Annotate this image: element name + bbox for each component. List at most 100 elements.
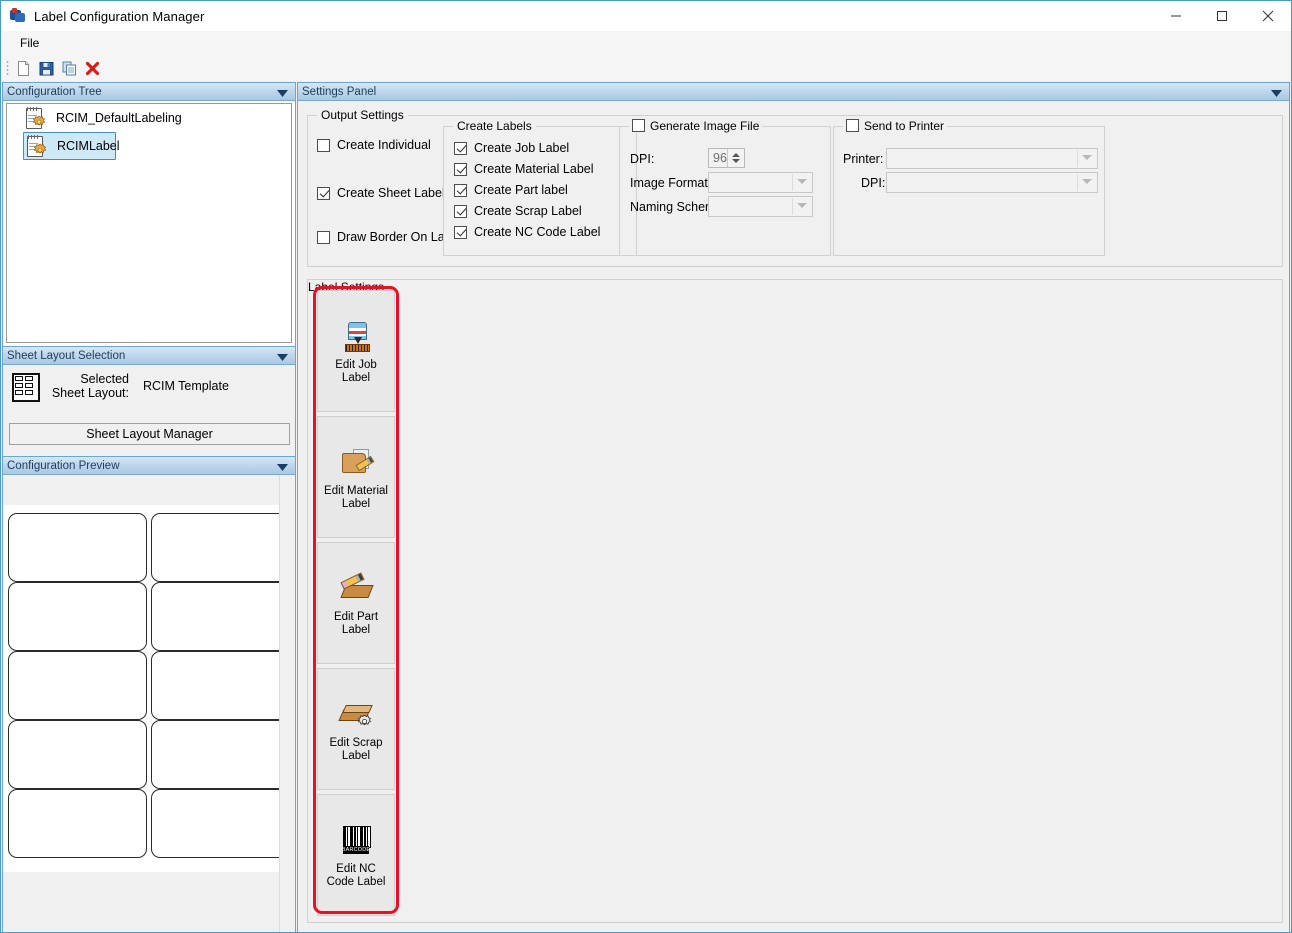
settings-panel-header[interactable]: Settings Panel (298, 83, 1289, 101)
dpi-stepper-buttons[interactable] (727, 149, 744, 167)
button-caption: Edit Part Label (334, 611, 378, 637)
preview-label-cell[interactable] (151, 582, 290, 651)
button-caption: Edit NC Code Label (327, 863, 386, 889)
tree-item-rcim-default-labeling[interactable]: RCIM_DefaultLabeling (7, 104, 291, 132)
printer-label: Printer: (843, 152, 883, 166)
selected-sheet-layout-label: Selected Sheet Layout: (47, 372, 129, 400)
checkbox-label: Create Job Label (474, 141, 569, 155)
new-icon[interactable] (12, 57, 34, 79)
dpi-stepper[interactable]: 96 (708, 148, 745, 168)
tree-item-label: RCIMLabel (57, 139, 120, 153)
printer-select[interactable] (886, 148, 1098, 169)
chevron-down-icon[interactable] (1271, 88, 1282, 100)
sheet-layout-icon (11, 372, 39, 400)
button-caption: Edit Job Label (335, 359, 377, 385)
chevron-down-icon[interactable] (277, 352, 288, 364)
copy-icon[interactable] (58, 57, 80, 79)
checkbox-box[interactable] (317, 139, 330, 152)
preview-label-cell[interactable] (8, 651, 147, 720)
settings-panel-body: Output Settings Create Individual Create… (298, 101, 1289, 932)
chevron-down-icon (797, 179, 807, 184)
save-icon[interactable] (35, 57, 57, 79)
config-note-icon (24, 106, 48, 130)
chevron-down-icon[interactable] (277, 462, 288, 474)
sheet-layout-manager-button[interactable]: Sheet Layout Manager (9, 423, 290, 445)
send-to-printer-title-wrap: Send to Printer (843, 119, 947, 133)
checkbox-label: Create Scrap Label (474, 204, 582, 218)
preview-label-cell[interactable] (151, 789, 290, 858)
preview-scrollbar[interactable] (279, 475, 295, 932)
menu-item-file[interactable]: File (11, 33, 48, 53)
edit-scrap-label-button[interactable]: Edit Scrap Label (317, 668, 395, 790)
configuration-tree-panel: Configuration Tree RCIM_DefaultLabeling (2, 82, 296, 347)
checkbox-box[interactable] (454, 184, 467, 197)
configuration-tree-list[interactable]: RCIM_DefaultLabeling RCIMLabel (6, 103, 292, 343)
configuration-preview-scroll-area[interactable] (3, 475, 295, 932)
gear-puzzle-icon (33, 143, 47, 157)
checkbox-send-to-printer[interactable] (846, 119, 859, 132)
checkbox-label: Create Part label (474, 183, 568, 197)
configuration-tree-header[interactable]: Configuration Tree (3, 83, 295, 101)
preview-label-grid (8, 513, 278, 858)
checkbox-box[interactable] (454, 205, 467, 218)
printer-label-icon (339, 319, 373, 353)
send-to-printer-group: Send to Printer Printer: DPI: (833, 126, 1105, 256)
checkbox-create-nc-code-label[interactable]: Create NC Code Label (454, 225, 600, 239)
edit-job-label-button[interactable]: Edit Job Label (317, 290, 395, 412)
left-column: Configuration Tree RCIM_DefaultLabeling (2, 82, 296, 933)
checkbox-create-individual[interactable]: Create Individual (317, 138, 431, 152)
scrap-gear-icon (339, 697, 373, 731)
edit-material-label-button[interactable]: Edit Material Label (317, 416, 395, 538)
image-format-select[interactable] (708, 172, 813, 193)
checkbox-create-part-label[interactable]: Create Part label (454, 183, 600, 197)
preview-label-cell[interactable] (8, 582, 147, 651)
checkbox-generate-image-file[interactable] (632, 119, 645, 132)
checkbox-box[interactable] (454, 163, 467, 176)
minimize-button[interactable] (1153, 1, 1199, 31)
chevron-down-icon (797, 203, 807, 208)
printer-dpi-select[interactable] (886, 172, 1098, 193)
menu-bar: File (2, 31, 1290, 55)
sheet-layout-selection-panel: Sheet Layout Selection Selected Sheet La… (2, 347, 296, 457)
sheet-layout-header[interactable]: Sheet Layout Selection (3, 347, 295, 365)
selected-sheet-layout-value: RCIM Template (143, 379, 229, 393)
checkbox-box[interactable] (317, 187, 330, 200)
checkbox-create-scrap-label[interactable]: Create Scrap Label (454, 204, 600, 218)
preview-label-cell[interactable] (8, 513, 147, 582)
chevron-down-icon (1082, 179, 1092, 184)
checkbox-create-material-label[interactable]: Create Material Label (454, 162, 600, 176)
delete-icon[interactable] (81, 57, 103, 79)
chevron-down-icon[interactable] (277, 88, 288, 100)
create-labels-title: Create Labels (453, 119, 536, 133)
preview-label-cell[interactable] (151, 720, 290, 789)
label-settings-button-column: Edit Job Label Edit Material Label Edit … (317, 290, 395, 920)
tree-item-rcimlabel[interactable]: RCIMLabel (23, 132, 116, 160)
maximize-button[interactable] (1199, 1, 1245, 31)
part-pencil-icon (339, 571, 373, 605)
preview-label-cell[interactable] (8, 720, 147, 789)
preview-label-cell[interactable] (8, 789, 147, 858)
preview-label-cell[interactable] (151, 651, 290, 720)
preview-label-cell[interactable] (151, 513, 290, 582)
printer-dpi-label: DPI: (861, 176, 885, 190)
checkbox-box[interactable] (454, 142, 467, 155)
naming-scheme-select[interactable] (708, 196, 813, 217)
title-bar: Label Configuration Manager (1, 1, 1291, 31)
dpi-label: DPI: (630, 152, 654, 166)
close-button[interactable] (1245, 1, 1291, 31)
folder-edit-icon (339, 445, 373, 479)
app-logo-icon (10, 8, 26, 24)
checkbox-create-job-label[interactable]: Create Job Label (454, 141, 600, 155)
configuration-preview-header[interactable]: Configuration Preview (3, 457, 295, 475)
edit-part-label-button[interactable]: Edit Part Label (317, 542, 395, 664)
checkbox-create-sheet-labels[interactable]: Create Sheet Labels (317, 186, 451, 200)
edit-nc-code-label-button[interactable]: BARCODE Edit NC Code Label (317, 794, 395, 916)
checkbox-label: Create NC Code Label (474, 225, 600, 239)
application-window: Label Configuration Manager File (0, 0, 1292, 933)
dpi-value: 96 (709, 151, 727, 165)
gear-icon (357, 714, 372, 729)
settings-panel: Settings Panel Output Settings Create In… (297, 82, 1290, 933)
toolbar-grip[interactable] (6, 60, 9, 76)
checkbox-box[interactable] (454, 226, 467, 239)
checkbox-box[interactable] (317, 231, 330, 244)
